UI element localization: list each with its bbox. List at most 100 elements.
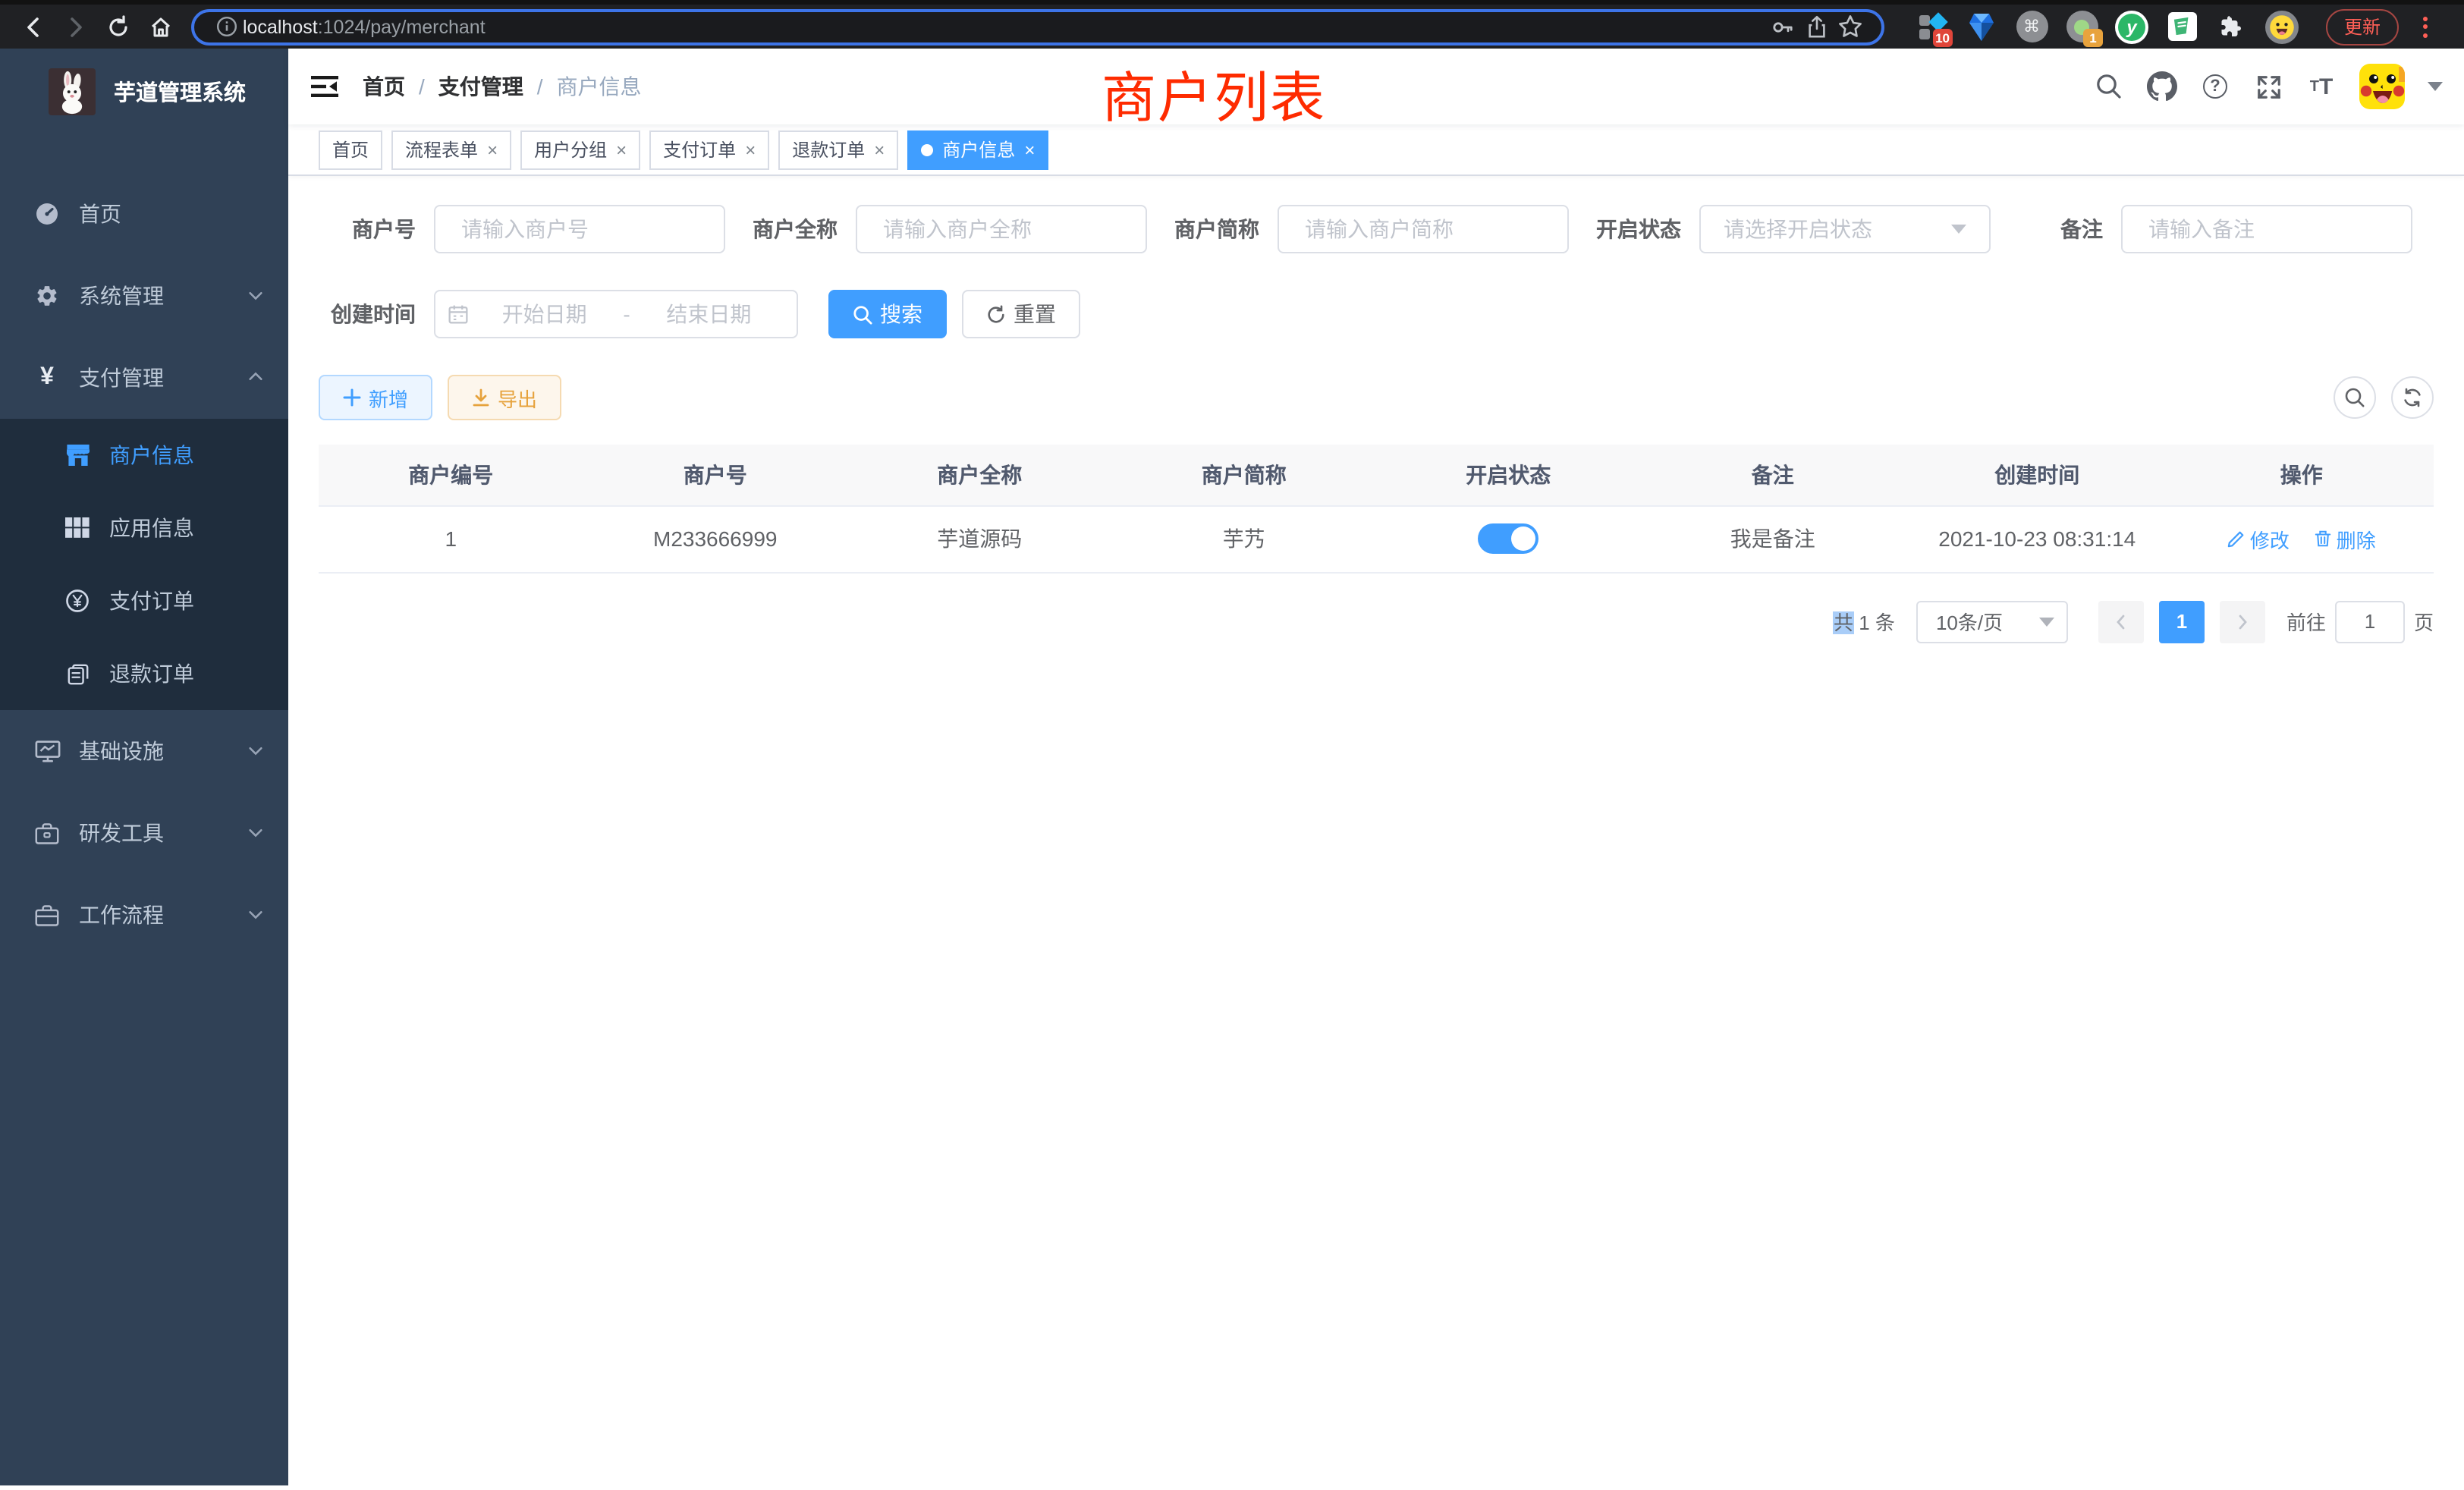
sidebar-item-infrastructure[interactable]: 基础设施: [0, 710, 288, 792]
gear-icon: [33, 284, 61, 308]
breadcrumb-home[interactable]: 首页: [363, 71, 405, 102]
extension-recorder-icon[interactable]: 1: [2065, 10, 2098, 43]
app-title: 芋道管理系统: [114, 75, 246, 107]
show-search-button[interactable]: [2334, 376, 2376, 419]
extension-flag-icon[interactable]: [2165, 10, 2198, 43]
remark-input-field[interactable]: [2145, 215, 2388, 243]
extension-command-icon[interactable]: ⌘: [2015, 10, 2048, 43]
date-range-picker[interactable]: 开始日期 - 结束日期: [434, 290, 798, 338]
status-toggle[interactable]: [1478, 523, 1538, 554]
extension-yuque-icon[interactable]: y: [2115, 10, 2148, 43]
tab-close-icon[interactable]: ×: [874, 140, 885, 159]
sidebar-item-payment[interactable]: ¥ 支付管理: [0, 337, 288, 419]
browser-profile-avatar[interactable]: [2265, 10, 2299, 43]
sidebar-item-pay-order[interactable]: 支付订单: [0, 564, 288, 637]
question-glyph: ?: [2210, 77, 2220, 96]
search-icon[interactable]: [2094, 71, 2124, 102]
tab-refund-order[interactable]: 退款订单 ×: [778, 130, 898, 169]
refresh-table-button[interactable]: [2391, 376, 2434, 419]
delete-link-label: 删除: [2337, 524, 2376, 553]
cell-status: [1376, 505, 1641, 572]
sidebar-item-dev-tools[interactable]: 研发工具: [0, 792, 288, 874]
tab-user-group[interactable]: 用户分组 ×: [520, 130, 640, 169]
download-icon: [472, 388, 490, 407]
browser-reload-button[interactable]: [97, 8, 140, 45]
sidebar-item-workflow[interactable]: 工作流程: [0, 874, 288, 956]
field-label: 商户简称: [1162, 214, 1278, 244]
breadcrumb-current: 商户信息: [557, 71, 642, 102]
sidebar: 芋道管理系统 首页 系统管理: [0, 49, 288, 1485]
pagination-total: 共 1 条: [1834, 607, 1895, 636]
search-button[interactable]: 搜索: [828, 290, 947, 338]
remark-input[interactable]: [2121, 205, 2412, 253]
tab-close-icon[interactable]: ×: [616, 140, 627, 159]
browser-update-button[interactable]: 更新: [2326, 8, 2399, 45]
bookmark-star-icon[interactable]: [1833, 11, 1866, 42]
short-name-input-field[interactable]: [1302, 215, 1545, 243]
search-icon: [2344, 387, 2365, 408]
help-icon[interactable]: ?: [2200, 71, 2230, 102]
breadcrumb-payment[interactable]: 支付管理: [438, 71, 523, 102]
page-info-icon[interactable]: [209, 11, 243, 42]
extension-grid-icon[interactable]: 10: [1915, 10, 1948, 43]
table-row: 1 M233666999 芋道源码 芋艿 我是备注 2021-10-23 08:…: [319, 505, 2434, 572]
page-number-1[interactable]: 1: [2159, 600, 2205, 643]
tab-merchant-info[interactable]: 商户信息 ×: [907, 130, 1048, 169]
browser-home-button[interactable]: [140, 8, 182, 45]
short-name-input[interactable]: [1278, 205, 1569, 253]
navbar: 首页 / 支付管理 / 商户信息 商户列表 ?: [288, 49, 2464, 124]
prev-page-button[interactable]: [2098, 600, 2144, 643]
avatar-dropdown-caret[interactable]: [2428, 82, 2443, 91]
chevron-up-icon: [247, 366, 264, 390]
extensions-puzzle-icon[interactable]: [2215, 10, 2249, 43]
col-remark: 备注: [1641, 445, 1906, 505]
browser-menu-button[interactable]: [2414, 16, 2437, 37]
sidebar-menu: 首页 系统管理 ¥ 支付管理: [0, 173, 288, 956]
sidebar-item-refund-order[interactable]: 退款订单: [0, 637, 288, 710]
tab-close-icon[interactable]: ×: [745, 140, 756, 159]
github-icon[interactable]: [2147, 71, 2177, 102]
page-size-select[interactable]: 10条/页: [1916, 600, 2068, 643]
add-button[interactable]: 新增: [319, 375, 432, 420]
status-select[interactable]: 请选择开启状态: [1699, 205, 1991, 253]
password-key-icon[interactable]: [1766, 11, 1799, 42]
font-size-icon[interactable]: TT: [2306, 71, 2337, 102]
active-tab-dot: [921, 143, 933, 156]
navbar-actions: ? TT: [2094, 64, 2464, 109]
tab-close-icon[interactable]: ×: [1024, 140, 1035, 159]
extension-gem-icon[interactable]: [1965, 10, 1998, 43]
export-button[interactable]: 导出: [448, 375, 561, 420]
sidebar-item-home[interactable]: 首页: [0, 173, 288, 255]
sidebar-logo[interactable]: 芋道管理系统: [0, 49, 288, 134]
filter-row-1: 商户号 商户全称 商户简称: [319, 205, 2434, 253]
merchant-no-input[interactable]: [434, 205, 725, 253]
sidebar-collapse-button[interactable]: [288, 49, 361, 124]
tab-close-icon[interactable]: ×: [487, 140, 498, 159]
reset-button[interactable]: 重置: [962, 290, 1080, 338]
edit-link[interactable]: 修改: [2227, 524, 2290, 553]
chevron-down-icon: [247, 284, 264, 308]
sidebar-item-system[interactable]: 系统管理: [0, 255, 288, 337]
full-name-input-field[interactable]: [880, 215, 1123, 243]
user-avatar[interactable]: [2359, 64, 2405, 109]
sidebar-item-merchant-info[interactable]: 商户信息: [0, 419, 288, 492]
pagination-total-text: 1 条: [1853, 611, 1895, 634]
tab-process-form[interactable]: 流程表单 ×: [391, 130, 511, 169]
col-short-name: 商户简称: [1112, 445, 1377, 505]
next-page-button[interactable]: [2220, 600, 2265, 643]
goto-page-input[interactable]: [2335, 600, 2405, 643]
fullscreen-icon[interactable]: [2253, 71, 2283, 102]
share-icon[interactable]: [1799, 11, 1833, 42]
browser-forward-button[interactable]: [55, 8, 97, 45]
tab-home[interactable]: 首页: [319, 130, 382, 169]
tab-pay-order[interactable]: 支付订单 ×: [649, 130, 769, 169]
filter-create-time: 创建时间 开始日期 - 结束日期: [319, 290, 798, 338]
refresh-icon: [2402, 387, 2423, 408]
full-name-input[interactable]: [856, 205, 1147, 253]
yen-circle-icon: [64, 589, 91, 613]
sidebar-item-app-info[interactable]: 应用信息: [0, 492, 288, 564]
browser-back-button[interactable]: [12, 8, 55, 45]
merchant-no-input-field[interactable]: [458, 215, 701, 243]
delete-link[interactable]: 删除: [2314, 524, 2376, 553]
address-bar[interactable]: localhost:1024/pay/merchant: [191, 8, 1884, 45]
